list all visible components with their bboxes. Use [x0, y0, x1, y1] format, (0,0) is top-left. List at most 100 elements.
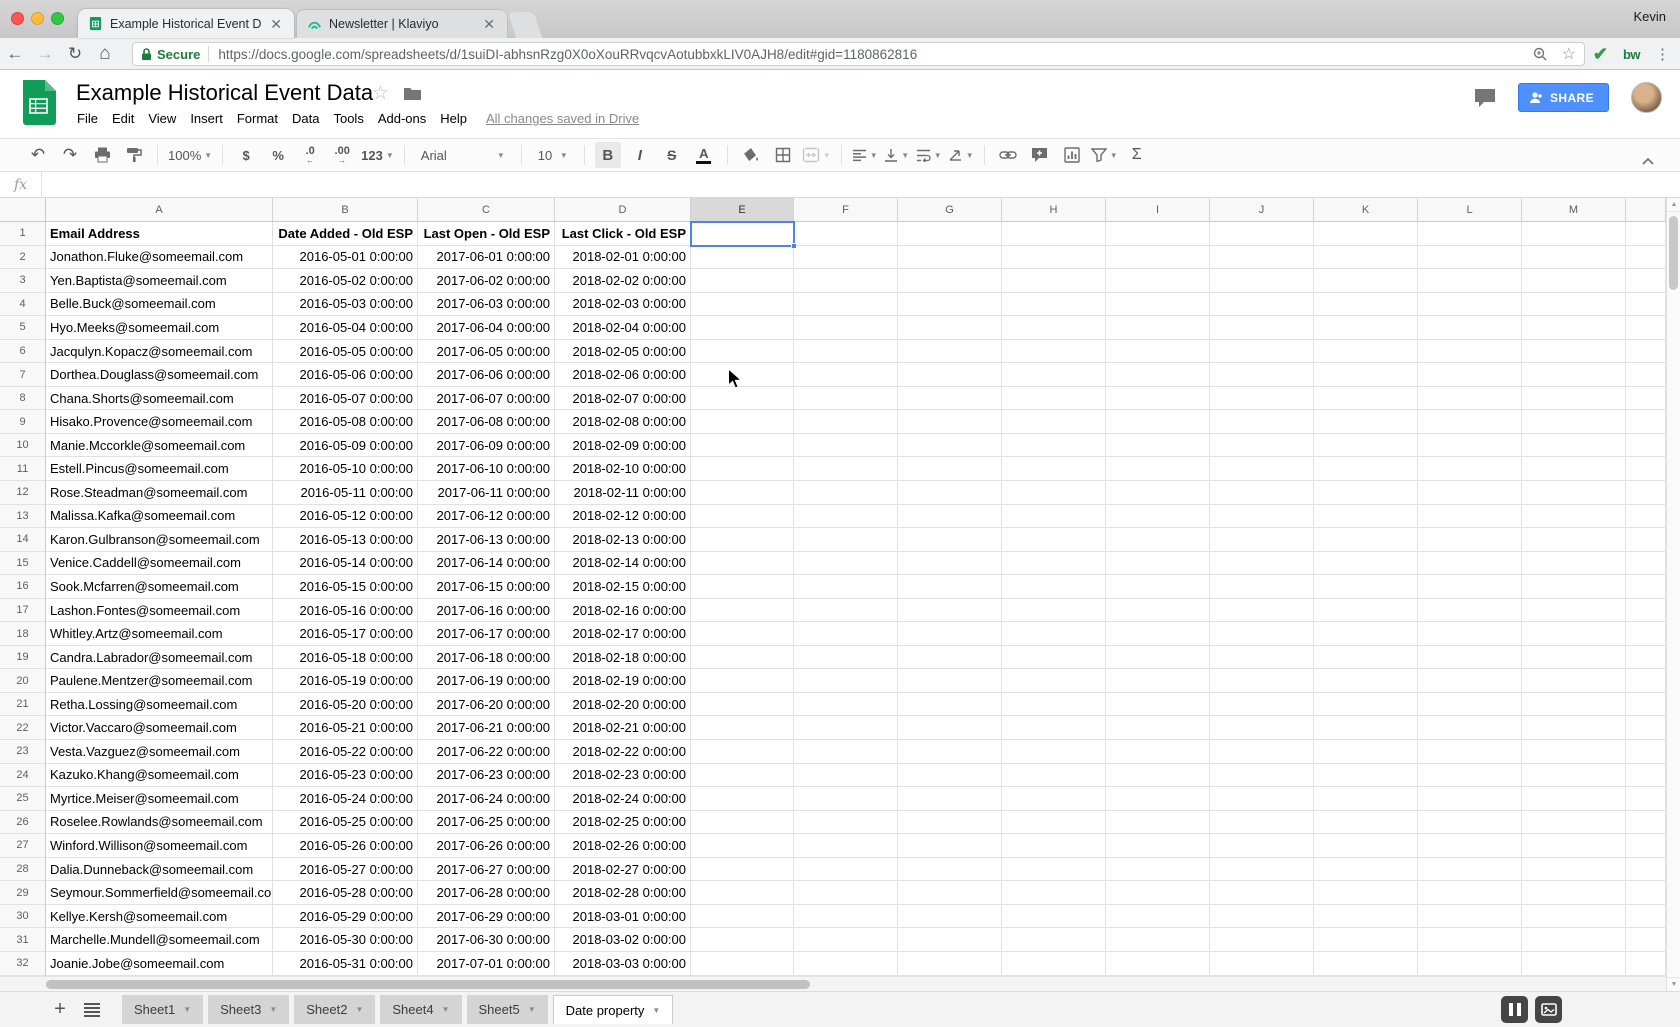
cell[interactable]: Paulene.Mentzer@someemail.com [46, 669, 273, 693]
cell[interactable] [1314, 575, 1418, 599]
cell[interactable]: 2018-02-11 0:00:00 [555, 481, 691, 505]
cell[interactable] [1314, 293, 1418, 317]
cell[interactable] [794, 410, 898, 434]
cell[interactable] [794, 928, 898, 952]
cell[interactable] [1314, 457, 1418, 481]
cell[interactable] [1418, 834, 1522, 858]
cell[interactable] [691, 599, 794, 623]
cell[interactable] [794, 293, 898, 317]
cell[interactable]: 2016-05-02 0:00:00 [273, 269, 418, 293]
cell[interactable]: 2017-06-15 0:00:00 [418, 575, 555, 599]
cell[interactable] [794, 434, 898, 458]
fill-color-icon[interactable] [738, 142, 764, 168]
row-header-12[interactable]: 12 [0, 481, 46, 505]
column-header-C[interactable]: C [418, 198, 555, 222]
cell[interactable] [1522, 881, 1626, 905]
row-header-16[interactable]: 16 [0, 575, 46, 599]
cell[interactable] [691, 858, 794, 882]
cell[interactable] [1210, 834, 1314, 858]
cell[interactable] [794, 811, 898, 835]
cell[interactable]: 2018-02-14 0:00:00 [555, 552, 691, 576]
cell[interactable]: Seymour.Sommerfield@someemail.com [46, 881, 273, 905]
cell[interactable] [1626, 622, 1666, 646]
cell[interactable] [1106, 622, 1210, 646]
cell[interactable] [1002, 811, 1106, 835]
row-header-24[interactable]: 24 [0, 764, 46, 788]
cell[interactable]: 2017-06-12 0:00:00 [418, 505, 555, 529]
cell[interactable] [1418, 599, 1522, 623]
cell[interactable] [1418, 552, 1522, 576]
row-header-5[interactable]: 5 [0, 316, 46, 340]
cell[interactable]: Last Open - Old ESP [418, 222, 555, 246]
forward-icon[interactable]: → [30, 44, 60, 64]
cell[interactable] [898, 622, 1002, 646]
row-header-4[interactable]: 4 [0, 293, 46, 317]
sheet-tab-sheet3[interactable]: Sheet3▼ [208, 995, 289, 1024]
cell[interactable] [1522, 505, 1626, 529]
sheet-tab-sheet2[interactable]: Sheet2▼ [294, 995, 375, 1024]
cell[interactable] [1626, 434, 1666, 458]
cell[interactable] [691, 905, 794, 929]
horizontal-align-icon[interactable]: ▼ [852, 142, 878, 168]
cell[interactable]: 2017-06-01 0:00:00 [418, 246, 555, 270]
text-color-button[interactable]: A [691, 142, 717, 168]
cell[interactable] [1522, 575, 1626, 599]
cell[interactable]: 2018-02-12 0:00:00 [555, 505, 691, 529]
cell[interactable] [1106, 246, 1210, 270]
cell[interactable] [1418, 881, 1522, 905]
comments-icon[interactable] [1474, 88, 1496, 108]
cell[interactable] [1106, 387, 1210, 411]
cell[interactable]: 2018-02-28 0:00:00 [555, 881, 691, 905]
sheets-logo[interactable] [20, 79, 57, 127]
cell[interactable] [1106, 457, 1210, 481]
cell[interactable] [1522, 434, 1626, 458]
pause-icon[interactable] [1501, 996, 1528, 1023]
cell[interactable] [1210, 952, 1314, 976]
cell[interactable]: Victor.Vaccaro@someemail.com [46, 716, 273, 740]
cell[interactable] [1522, 387, 1626, 411]
cell[interactable] [1314, 905, 1418, 929]
cell[interactable] [1210, 434, 1314, 458]
cell[interactable] [691, 528, 794, 552]
cell[interactable]: 2017-06-03 0:00:00 [418, 293, 555, 317]
insert-comment-icon[interactable] [1027, 142, 1053, 168]
cell[interactable]: 2018-02-26 0:00:00 [555, 834, 691, 858]
cell[interactable]: Malissa.Kafka@someemail.com [46, 505, 273, 529]
cell[interactable] [1522, 269, 1626, 293]
row-header-17[interactable]: 17 [0, 599, 46, 623]
row-header-31[interactable]: 31 [0, 928, 46, 952]
cell[interactable] [1314, 952, 1418, 976]
chrome-menu-icon[interactable]: ⋮ [1655, 45, 1670, 63]
cell[interactable] [898, 928, 1002, 952]
cell[interactable] [1210, 716, 1314, 740]
cell[interactable] [1418, 693, 1522, 717]
cell[interactable]: Estell.Pincus@someemail.com [46, 457, 273, 481]
functions-button[interactable]: Σ [1124, 142, 1150, 168]
cell[interactable]: Kazuko.Khang@someemail.com [46, 764, 273, 788]
cell[interactable] [794, 834, 898, 858]
cell[interactable] [1002, 693, 1106, 717]
text-wrap-icon[interactable]: ▼ [916, 142, 942, 168]
cell[interactable] [1626, 764, 1666, 788]
row-header-29[interactable]: 29 [0, 881, 46, 905]
vertical-align-icon[interactable]: ▼ [884, 142, 910, 168]
column-header-E[interactable]: E [691, 198, 794, 222]
row-header-11[interactable]: 11 [0, 457, 46, 481]
cell[interactable] [898, 858, 1002, 882]
cell[interactable] [1418, 434, 1522, 458]
cell[interactable]: Last Click - Old ESP [555, 222, 691, 246]
row-header-21[interactable]: 21 [0, 693, 46, 717]
cell[interactable]: Sook.Mcfarren@someemail.com [46, 575, 273, 599]
cell[interactable] [1002, 246, 1106, 270]
row-header-28[interactable]: 28 [0, 858, 46, 882]
cell[interactable] [1314, 269, 1418, 293]
cell[interactable]: Roselee.Rowlands@someemail.com [46, 811, 273, 835]
formula-input[interactable] [42, 172, 1680, 197]
cell[interactable]: 2017-06-24 0:00:00 [418, 787, 555, 811]
cell[interactable]: 2016-05-15 0:00:00 [273, 575, 418, 599]
document-title[interactable]: Example Historical Event Data [76, 80, 373, 106]
cell[interactable] [691, 928, 794, 952]
cell[interactable]: 2017-06-25 0:00:00 [418, 811, 555, 835]
row-header-7[interactable]: 7 [0, 363, 46, 387]
cell[interactable] [1314, 387, 1418, 411]
